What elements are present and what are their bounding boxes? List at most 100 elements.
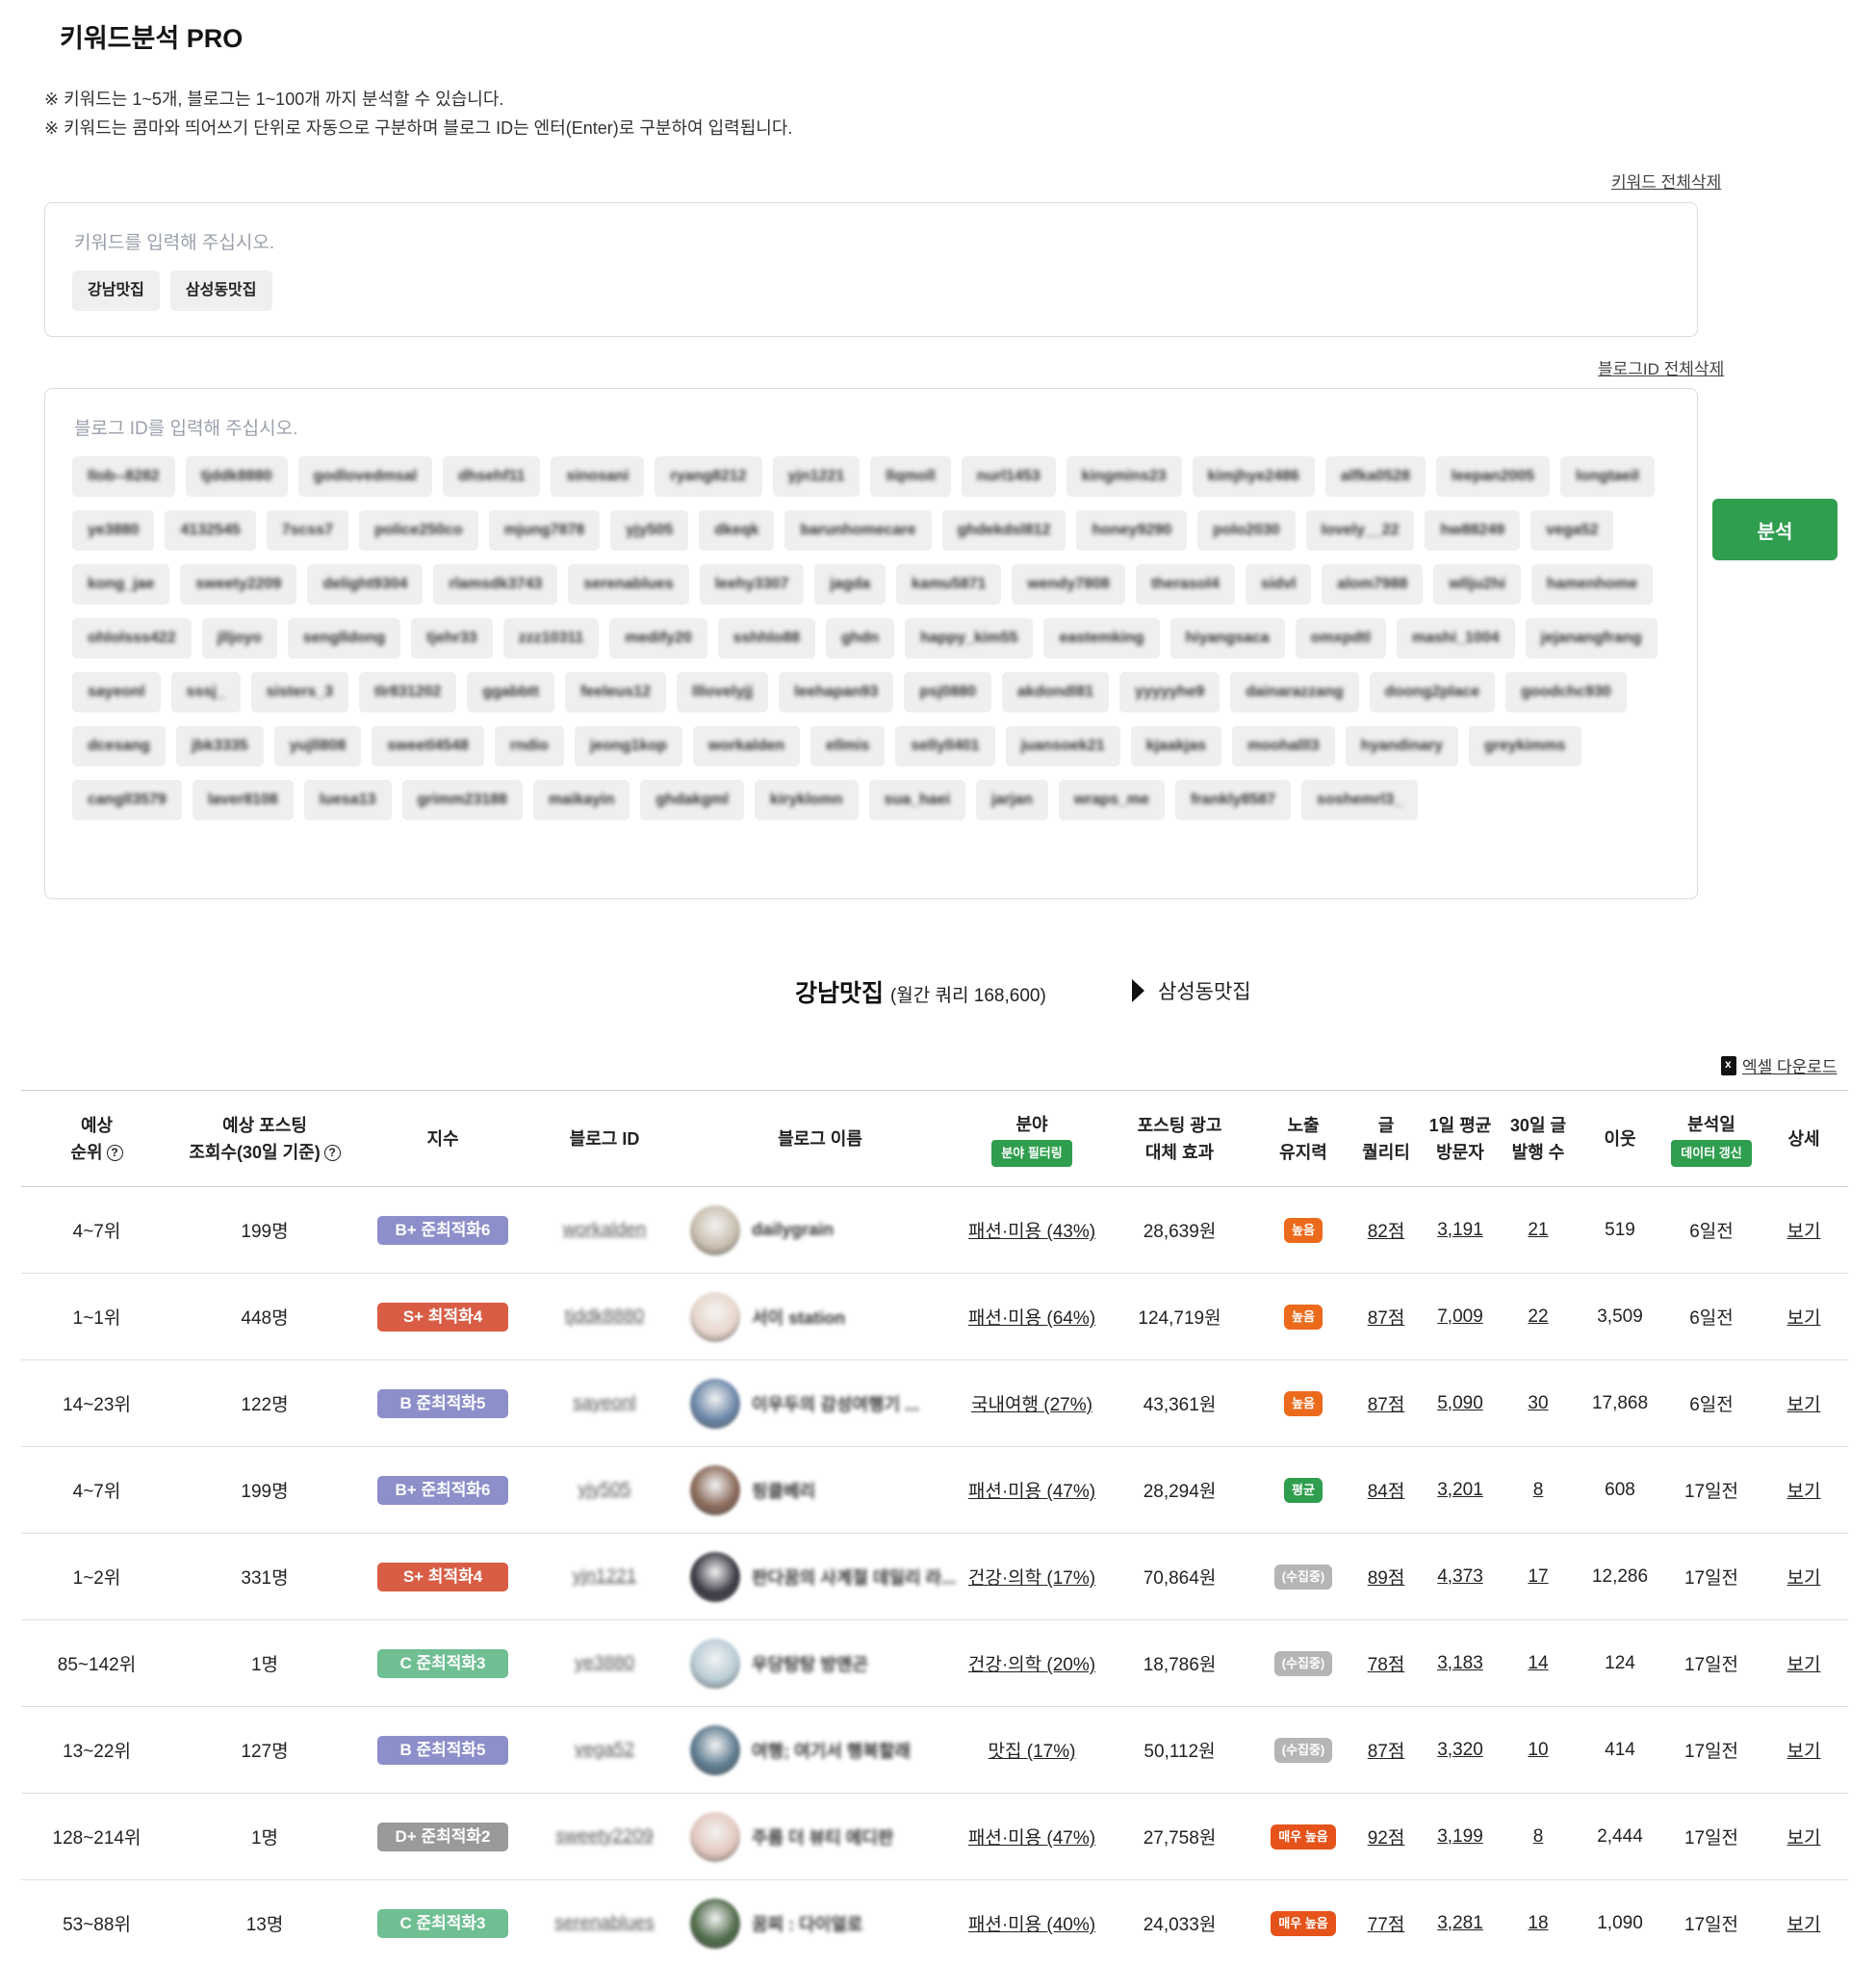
analyze-button[interactable]: 분석 — [1712, 499, 1837, 560]
blog-id-link[interactable]: tjddk8880 — [565, 1306, 644, 1327]
blog-id-chip[interactable]: kamu5871 — [896, 564, 1002, 605]
blog-id-chip[interactable]: yjn1221 — [772, 456, 861, 497]
visitors-link[interactable]: 5,090 — [1437, 1393, 1483, 1413]
refresh-data-button[interactable]: 데이터 갱신 — [1671, 1139, 1752, 1167]
blog-id-chip[interactable]: lovely__22 — [1305, 510, 1415, 551]
blog-id-chip[interactable]: juansoek21 — [1005, 726, 1120, 766]
blog-id-chip[interactable]: jbk3335 — [175, 726, 264, 766]
blog-id-chip[interactable]: therasol4 — [1135, 564, 1235, 605]
detail-link[interactable]: 보기 — [1787, 1742, 1821, 1762]
blog-name-link[interactable]: 핑클베리 — [681, 1464, 960, 1515]
blog-id-chip[interactable]: dkeqk — [699, 510, 775, 551]
blog-id-chip[interactable]: barunhomecare — [784, 510, 932, 551]
blog-id-chip[interactable]: sssj_ — [170, 672, 241, 712]
question-circle-icon[interactable]: ? — [106, 1145, 123, 1162]
blog-id-chip[interactable]: grimm23188 — [401, 780, 523, 820]
blog-name-link[interactable]: 서이 station — [681, 1291, 960, 1342]
visitors-link[interactable]: 3,320 — [1437, 1740, 1483, 1760]
quality-link[interactable]: 78점 — [1368, 1655, 1405, 1675]
blog-id-chip[interactable]: sidvl — [1245, 564, 1312, 605]
visitors-link[interactable]: 3,191 — [1437, 1220, 1483, 1240]
question-circle-icon[interactable]: ? — [323, 1145, 341, 1162]
blog-id-link[interactable]: yjn1221 — [573, 1566, 637, 1587]
blog-name-link[interactable]: 여행; 여기서 행복할래 — [681, 1724, 960, 1775]
blog-id-chip[interactable]: kiryklomn — [754, 780, 859, 820]
blog-id-chip[interactable]: delight9304 — [307, 564, 424, 605]
blog-name-link[interactable]: dailygrain — [681, 1204, 960, 1255]
blog-id-chip[interactable]: 4132545 — [165, 510, 256, 551]
blog-id-chip[interactable]: leehy3307 — [699, 564, 805, 605]
blog-id-chip[interactable]: alom7988 — [1322, 564, 1424, 605]
blog-id-chip[interactable]: lllovelyjj — [677, 672, 769, 712]
field-link[interactable]: 패션·미용 (47%) — [968, 1828, 1095, 1849]
blog-delete-all-link[interactable]: 블로그ID 전체삭제 — [1598, 355, 1724, 379]
blog-id-chip[interactable]: laver8108 — [192, 780, 294, 820]
blog-id-chip[interactable]: jagda — [814, 564, 887, 605]
blog-id-link[interactable]: sayeonl — [573, 1393, 636, 1413]
blog-id-chip[interactable]: ghdakgml — [640, 780, 744, 820]
blog-id-chip[interactable]: soshemrl3_ — [1301, 780, 1418, 820]
blog-id-chip[interactable]: sayeonl — [72, 672, 161, 712]
blog-id-chip[interactable]: ggabbtt — [467, 672, 555, 712]
detail-link[interactable]: 보기 — [1787, 1828, 1821, 1849]
blog-id-chip[interactable]: sisters_3 — [250, 672, 349, 712]
blog-id-chip[interactable]: kjaakjas — [1130, 726, 1221, 766]
visitors-link[interactable]: 4,373 — [1437, 1566, 1483, 1587]
blog-id-chip[interactable]: rlamsdk3743 — [433, 564, 558, 605]
blog-id-chip[interactable]: moohalll3 — [1231, 726, 1335, 766]
blog-id-chip[interactable]: ghdn — [825, 618, 895, 659]
posts-link[interactable]: 18 — [1528, 1913, 1548, 1933]
blog-id-chip[interactable]: senglldong — [287, 618, 401, 659]
posts-link[interactable]: 8 — [1533, 1480, 1544, 1500]
blog-id-chip[interactable]: yujll808 — [273, 726, 362, 766]
detail-link[interactable]: 보기 — [1787, 1308, 1821, 1329]
blog-id-chip[interactable]: yjy505 — [610, 510, 689, 551]
keyword-chip[interactable]: 강남맛집 — [72, 271, 160, 311]
blog-id-chip[interactable]: kong_jae — [72, 564, 170, 605]
blog-id-chip[interactable]: vega52 — [1530, 510, 1614, 551]
blog-id-chip[interactable]: wendy7808 — [1012, 564, 1125, 605]
quality-link[interactable]: 87점 — [1368, 1308, 1405, 1329]
blog-id-chip[interactable]: sellyll401 — [895, 726, 995, 766]
quality-link[interactable]: 92점 — [1368, 1828, 1405, 1849]
blog-id-chip[interactable]: longtaeil — [1560, 456, 1655, 497]
blog-id-chip[interactable]: wllju2hi — [1433, 564, 1522, 605]
detail-link[interactable]: 보기 — [1787, 1568, 1821, 1589]
blog-id-link[interactable]: sweety2209 — [555, 1826, 653, 1847]
excel-download-link[interactable]: 엑셀 다운로드 — [1721, 1053, 1837, 1077]
blog-id-chip[interactable]: jarjan — [976, 780, 1048, 820]
blog-name-link[interactable]: 이우두의 감성여행기 ... — [681, 1378, 960, 1429]
blog-id-chip[interactable]: workalden — [692, 726, 801, 766]
blog-id-chip[interactable]: psj0880 — [904, 672, 992, 712]
tab-active-keyword[interactable]: 강남맛집 (월간 쿼리 168,600) — [795, 974, 1046, 1009]
blog-id-chip[interactable]: alfka0528 — [1324, 456, 1426, 497]
blog-id-chip[interactable]: hyandinary — [1345, 726, 1459, 766]
blog-id-chip[interactable]: wraps_me — [1058, 780, 1165, 820]
posts-link[interactable]: 30 — [1528, 1393, 1548, 1413]
detail-link[interactable]: 보기 — [1787, 1915, 1821, 1935]
blog-id-chip[interactable]: kimjhye2486 — [1192, 456, 1315, 497]
field-link[interactable]: 건강·의학 (17%) — [968, 1568, 1095, 1589]
blog-id-chip[interactable]: akdondl81 — [1002, 672, 1110, 712]
blog-id-chip[interactable]: rndio — [494, 726, 564, 766]
detail-link[interactable]: 보기 — [1787, 1482, 1821, 1502]
detail-link[interactable]: 보기 — [1787, 1395, 1821, 1415]
blog-id-chip[interactable]: ohlolsss422 — [72, 618, 192, 659]
blog-id-chip[interactable]: ellmis — [810, 726, 886, 766]
blog-name-link[interactable]: 주름 더 뷰티 에디판 — [681, 1811, 960, 1862]
blog-id-chip[interactable]: ye3880 — [72, 510, 155, 551]
visitors-link[interactable]: 3,281 — [1437, 1913, 1483, 1933]
posts-link[interactable]: 14 — [1528, 1653, 1548, 1673]
blog-id-chip[interactable]: doong2place — [1369, 672, 1496, 712]
quality-link[interactable]: 84점 — [1368, 1482, 1405, 1502]
blog-id-link[interactable]: vega52 — [575, 1740, 634, 1760]
field-link[interactable]: 맛집 (17%) — [989, 1742, 1076, 1762]
blog-id-chip[interactable]: police250co — [359, 510, 478, 551]
blog-id-chip[interactable]: ryang8212 — [655, 456, 762, 497]
blog-id-chip[interactable]: llob--8282 — [72, 456, 175, 497]
field-filter-button[interactable]: 분야 필터링 — [991, 1139, 1072, 1167]
blog-id-chip[interactable]: hamenhome — [1531, 564, 1654, 605]
blog-id-chip[interactable]: dcesang — [72, 726, 166, 766]
blog-id-chip[interactable]: frankly8587 — [1174, 780, 1292, 820]
blog-id-chip[interactable]: sshhlo88 — [717, 618, 815, 659]
